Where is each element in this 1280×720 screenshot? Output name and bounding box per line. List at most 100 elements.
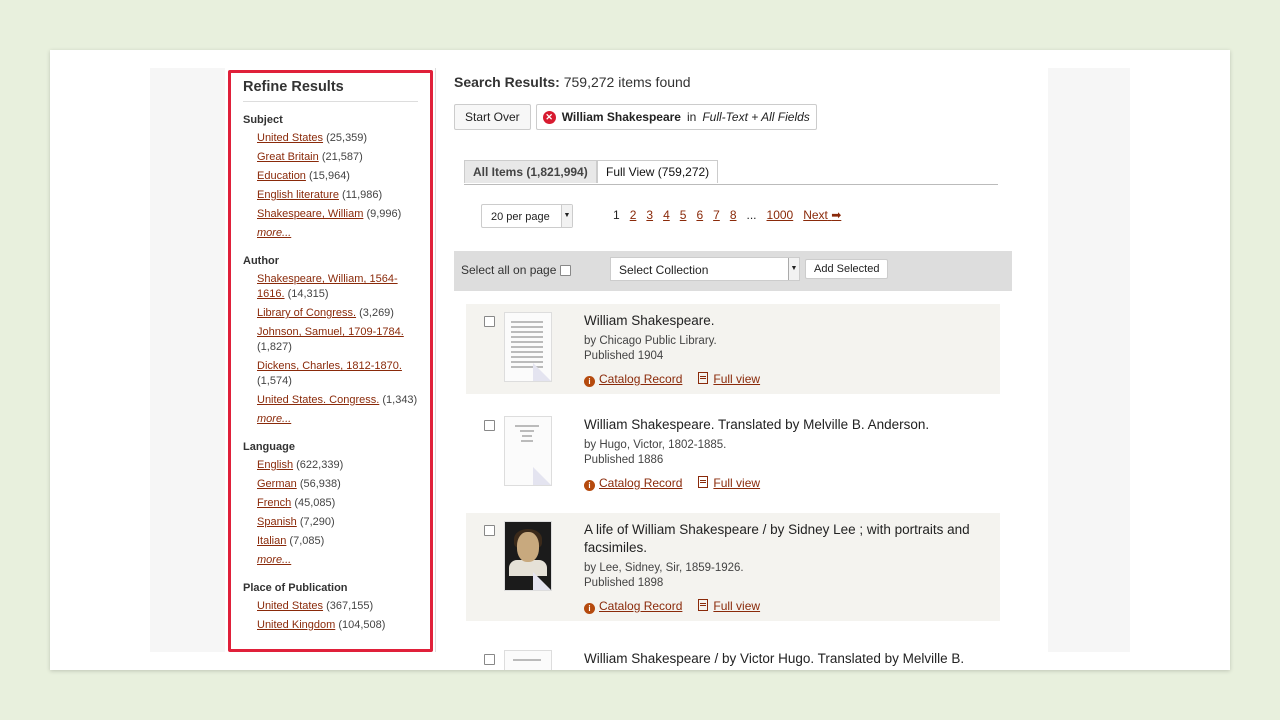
pagination: 20 per page ▼ 1 2 3 4 5 6 7 8 ... 1000 N… [481, 204, 1021, 230]
facet-link[interactable]: Italian [257, 535, 286, 547]
record-checkbox[interactable] [484, 316, 495, 327]
record-thumbnail[interactable] [504, 521, 552, 591]
catalog-record-label: Catalog Record [599, 599, 683, 613]
record-title: William Shakespeare. Translated by Melvi… [584, 417, 930, 432]
facet-language: Language English (622,339) German (56,93… [243, 441, 418, 568]
results-label: Search Results: [454, 74, 560, 90]
page-link[interactable]: 7 [713, 208, 720, 222]
list-item: United States (25,359) [257, 131, 418, 146]
results-count: 759,272 items found [563, 74, 691, 90]
left-gutter [150, 68, 225, 652]
facet-count: (1,574) [257, 375, 292, 387]
record-checkbox[interactable] [484, 525, 495, 536]
tab-full-view[interactable]: Full View (759,272) [597, 160, 719, 183]
facet-count: (15,964) [309, 170, 350, 182]
page-link[interactable]: 8 [730, 208, 737, 222]
list-item: Great Britain (21,587) [257, 150, 418, 165]
full-view-link[interactable]: Full view [698, 599, 760, 614]
record-author: by Hugo, Victor, 1802-1885. [584, 439, 727, 451]
result-tabs: All Items (1,821,994) Full View (759,272… [464, 160, 998, 185]
facet-count: (622,339) [296, 459, 344, 471]
more-link[interactable]: more... [257, 413, 291, 425]
page-link[interactable]: 5 [680, 208, 687, 222]
list-item: United States (367,155) [257, 599, 418, 614]
page-link[interactable]: 2 [630, 208, 637, 222]
page-link[interactable]: 6 [696, 208, 703, 222]
list-item: United Kingdom (104,508) [257, 618, 418, 633]
per-page-value: 20 per page [491, 211, 550, 223]
per-page-select[interactable]: 20 per page ▼ [481, 204, 573, 228]
remove-filter-icon[interactable]: ✕ [542, 110, 556, 124]
facet-link[interactable]: United States [257, 132, 323, 144]
full-view-label: Full view [713, 599, 761, 613]
collection-select[interactable]: Select Collection ▼ [610, 257, 800, 281]
catalog-record-link[interactable]: i Catalog Record [584, 476, 682, 491]
document-icon [698, 599, 709, 611]
page-current: 1 [613, 208, 620, 222]
record-thumbnail[interactable] [504, 650, 552, 670]
catalog-record-link[interactable]: i Catalog Record [584, 372, 682, 387]
facet-link[interactable]: United States. Congress. [257, 394, 379, 406]
list-item: Dickens, Charles, 1812-1870. (1,574) [257, 359, 418, 389]
list-item: William Shakespeare / by Victor Hugo. Tr… [466, 642, 1000, 670]
record-thumbnail[interactable] [504, 416, 552, 486]
list-item: German (56,938) [257, 477, 418, 492]
list-item: Shakespeare, William, 1564-1616. (14,315… [257, 272, 418, 302]
more-link[interactable]: more... [257, 227, 291, 239]
info-icon: i [584, 480, 595, 491]
facet-link[interactable]: Johnson, Samuel, 1709-1784. [257, 326, 404, 338]
facet-link[interactable]: English [257, 459, 293, 471]
add-selected-button[interactable]: Add Selected [805, 259, 889, 279]
facet-link[interactable]: Great Britain [257, 151, 319, 163]
next-page-link[interactable]: Next ➡ [803, 208, 841, 222]
list-item: Spanish (7,290) [257, 515, 418, 530]
record-checkbox[interactable] [484, 654, 495, 665]
facet-link[interactable]: Spanish [257, 516, 297, 528]
facet-count: (14,315) [287, 288, 329, 300]
list-item: English (622,339) [257, 458, 418, 473]
facet-heading: Language [243, 441, 295, 453]
facet-link[interactable]: German [257, 478, 297, 490]
right-gutter [1048, 68, 1130, 652]
list-item: more... [257, 553, 418, 568]
facet-count: (56,938) [299, 478, 341, 490]
list-item: French (45,085) [257, 496, 418, 511]
tab-all-items[interactable]: All Items (1,821,994) [464, 160, 597, 183]
list-item: more... [257, 412, 418, 427]
facet-link[interactable]: French [257, 497, 291, 509]
page-link[interactable]: 4 [663, 208, 670, 222]
results-main: Search Results: 759,272 items found Star… [454, 70, 1024, 670]
list-item: Education (15,964) [257, 169, 418, 184]
selection-toolbar: Select all on page Select Collection ▼ A… [454, 251, 1012, 291]
facet-count: (21,587) [321, 151, 363, 163]
arrow-right-icon: ➡ [831, 208, 842, 222]
facet-link[interactable]: English literature [257, 189, 339, 201]
facet-link[interactable]: Library of Congress. [257, 307, 356, 319]
record-author: by Lee, Sidney, Sir, 1859-1926. [584, 562, 744, 574]
catalog-record-link[interactable]: i Catalog Record [584, 599, 682, 614]
facet-count: (7,290) [299, 516, 335, 528]
page-link[interactable]: 1000 [767, 208, 794, 222]
select-all-checkbox[interactable] [559, 265, 571, 277]
record-thumbnail[interactable] [504, 312, 552, 382]
more-link[interactable]: more... [257, 554, 291, 566]
full-view-link[interactable]: Full view [698, 476, 760, 491]
document-icon [698, 372, 709, 384]
record-checkbox[interactable] [484, 420, 495, 431]
record-title: William Shakespeare. [584, 313, 715, 328]
facet-link[interactable]: Education [257, 170, 306, 182]
start-over-button[interactable]: Start Over [454, 104, 531, 130]
full-view-label: Full view [713, 372, 761, 386]
full-view-link[interactable]: Full view [698, 372, 760, 387]
facet-link[interactable]: Dickens, Charles, 1812-1870. [257, 360, 402, 372]
list-item: Shakespeare, William (9,996) [257, 207, 418, 222]
select-all-text: Select all on page [461, 263, 557, 277]
facet-count: (45,085) [294, 497, 336, 509]
facet-link[interactable]: Shakespeare, William [257, 208, 363, 220]
facet-link[interactable]: United Kingdom [257, 619, 335, 631]
page-link[interactable]: 3 [646, 208, 653, 222]
facet-link[interactable]: United States [257, 600, 323, 612]
record-links: i Catalog Record Full view [584, 476, 760, 491]
select-all-label: Select all on page [461, 263, 571, 277]
facet-count: (9,996) [366, 208, 402, 220]
